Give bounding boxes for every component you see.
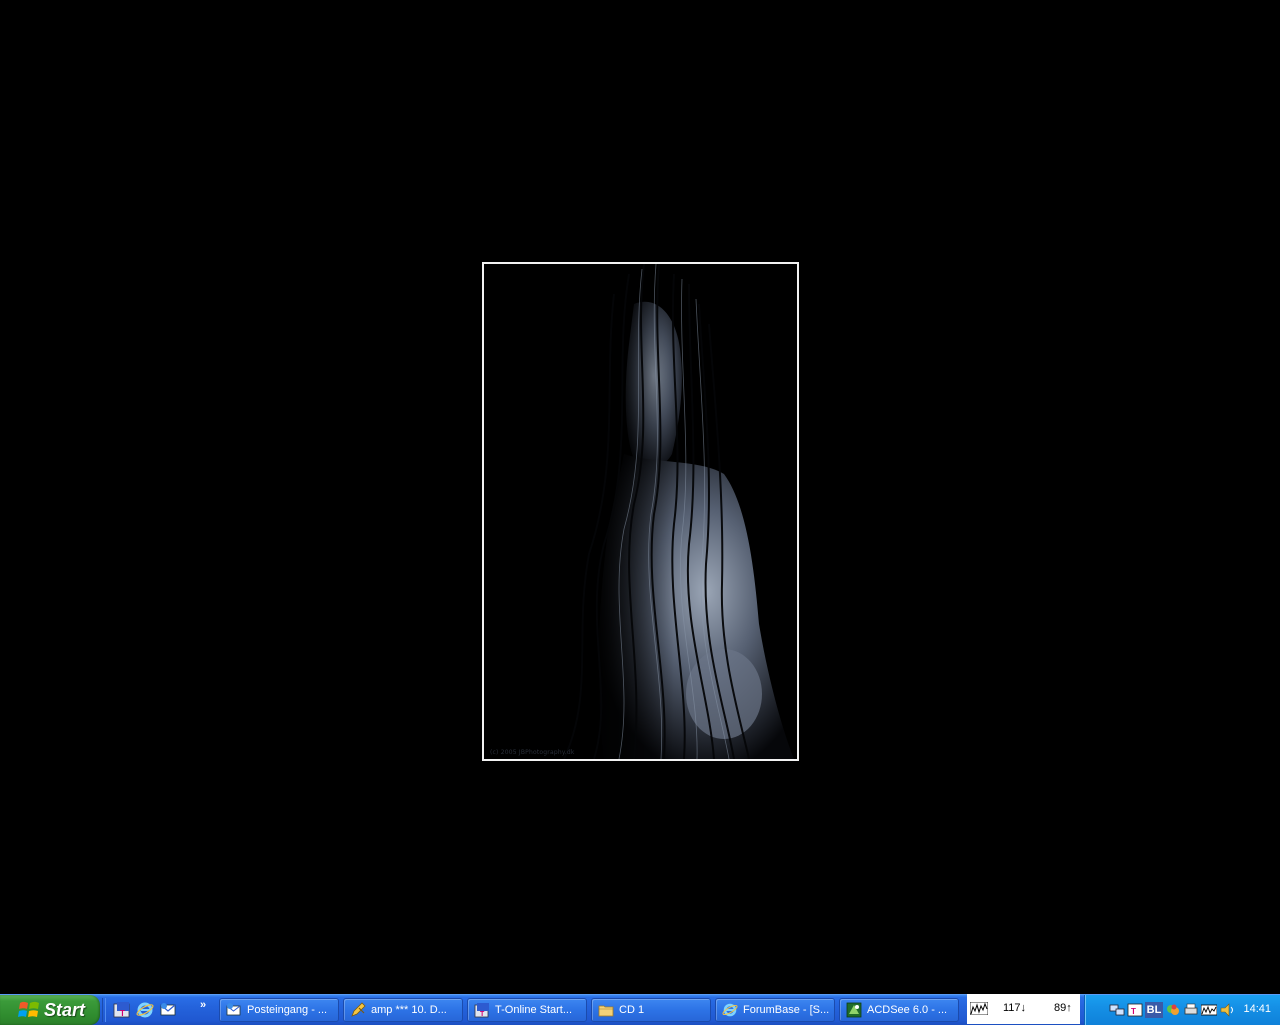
windows-logo-icon (18, 1001, 39, 1017)
internet-explorer-icon[interactable] (136, 1001, 154, 1019)
task-label: ForumBase - [S... (743, 1004, 830, 1016)
quicklaunch-chevron-button[interactable]: » (196, 998, 210, 1022)
bandwidth-meter[interactable]: 117↓ 89↑ (967, 994, 1080, 1024)
t-online-icon: T (474, 1003, 489, 1018)
outlook-express-icon[interactable] (159, 1001, 177, 1019)
folder-icon (598, 1005, 614, 1017)
task-button-t-online[interactable]: T T-Online Start... (467, 998, 587, 1022)
download-rate: 117↓ (1003, 1002, 1027, 1014)
quicklaunch-bar: T (110, 999, 179, 1021)
t-online-icon[interactable]: T (113, 1001, 131, 1019)
acdsee-icon (846, 1002, 862, 1018)
task-button-cd1[interactable]: CD 1 (591, 998, 711, 1022)
task-label: CD 1 (619, 1004, 645, 1016)
clock[interactable]: 14:41 (1243, 1003, 1271, 1015)
svg-text:T: T (480, 1011, 485, 1018)
task-button-posteingang[interactable]: Posteingang - ... (219, 998, 339, 1022)
system-tray: T BL 14:41 (1084, 995, 1280, 1025)
taskbar: Start T » Posteingang - ... amp *** 10. … (0, 994, 1280, 1025)
task-button-amp[interactable]: amp *** 10. D... (343, 998, 463, 1022)
volume-icon[interactable] (1219, 1002, 1235, 1018)
wallpaper-image: (c) 2005 JBPhotography.dk (484, 264, 797, 759)
network-icon[interactable] (1109, 1002, 1125, 1018)
start-label: Start (44, 999, 86, 1020)
task-label: amp *** 10. D... (371, 1004, 447, 1016)
task-button-acdsee[interactable]: ACDSee 6.0 - ... (839, 998, 959, 1022)
svg-text:T: T (120, 1009, 125, 1018)
t-online-tray-icon[interactable]: T (1127, 1002, 1143, 1018)
pencil-icon (351, 1002, 366, 1017)
upload-rate: 89↑ (1054, 1002, 1072, 1014)
outlook-express-icon (226, 1003, 241, 1016)
task-label: T-Online Start... (495, 1004, 573, 1016)
du-meter-icon[interactable] (1201, 1002, 1217, 1018)
bandwidth-graph-icon (970, 1002, 988, 1015)
task-label: ACDSee 6.0 - ... (867, 1004, 948, 1016)
start-button[interactable]: Start (0, 995, 100, 1025)
messenger-icon[interactable] (1165, 1002, 1181, 1018)
photo-caption: (c) 2005 JBPhotography.dk (490, 749, 575, 756)
task-label: Posteingang - ... (247, 1004, 328, 1016)
desktop-wallpaper-photo: (c) 2005 JBPhotography.dk (482, 262, 799, 761)
bl-icon[interactable]: BL (1145, 1002, 1163, 1018)
internet-explorer-icon (722, 1003, 738, 1017)
svg-text:T: T (1131, 1007, 1136, 1016)
task-button-forumbase[interactable]: ForumBase - [S... (715, 998, 835, 1022)
quicklaunch-separator (102, 998, 106, 1022)
printer-icon[interactable] (1183, 1002, 1199, 1018)
